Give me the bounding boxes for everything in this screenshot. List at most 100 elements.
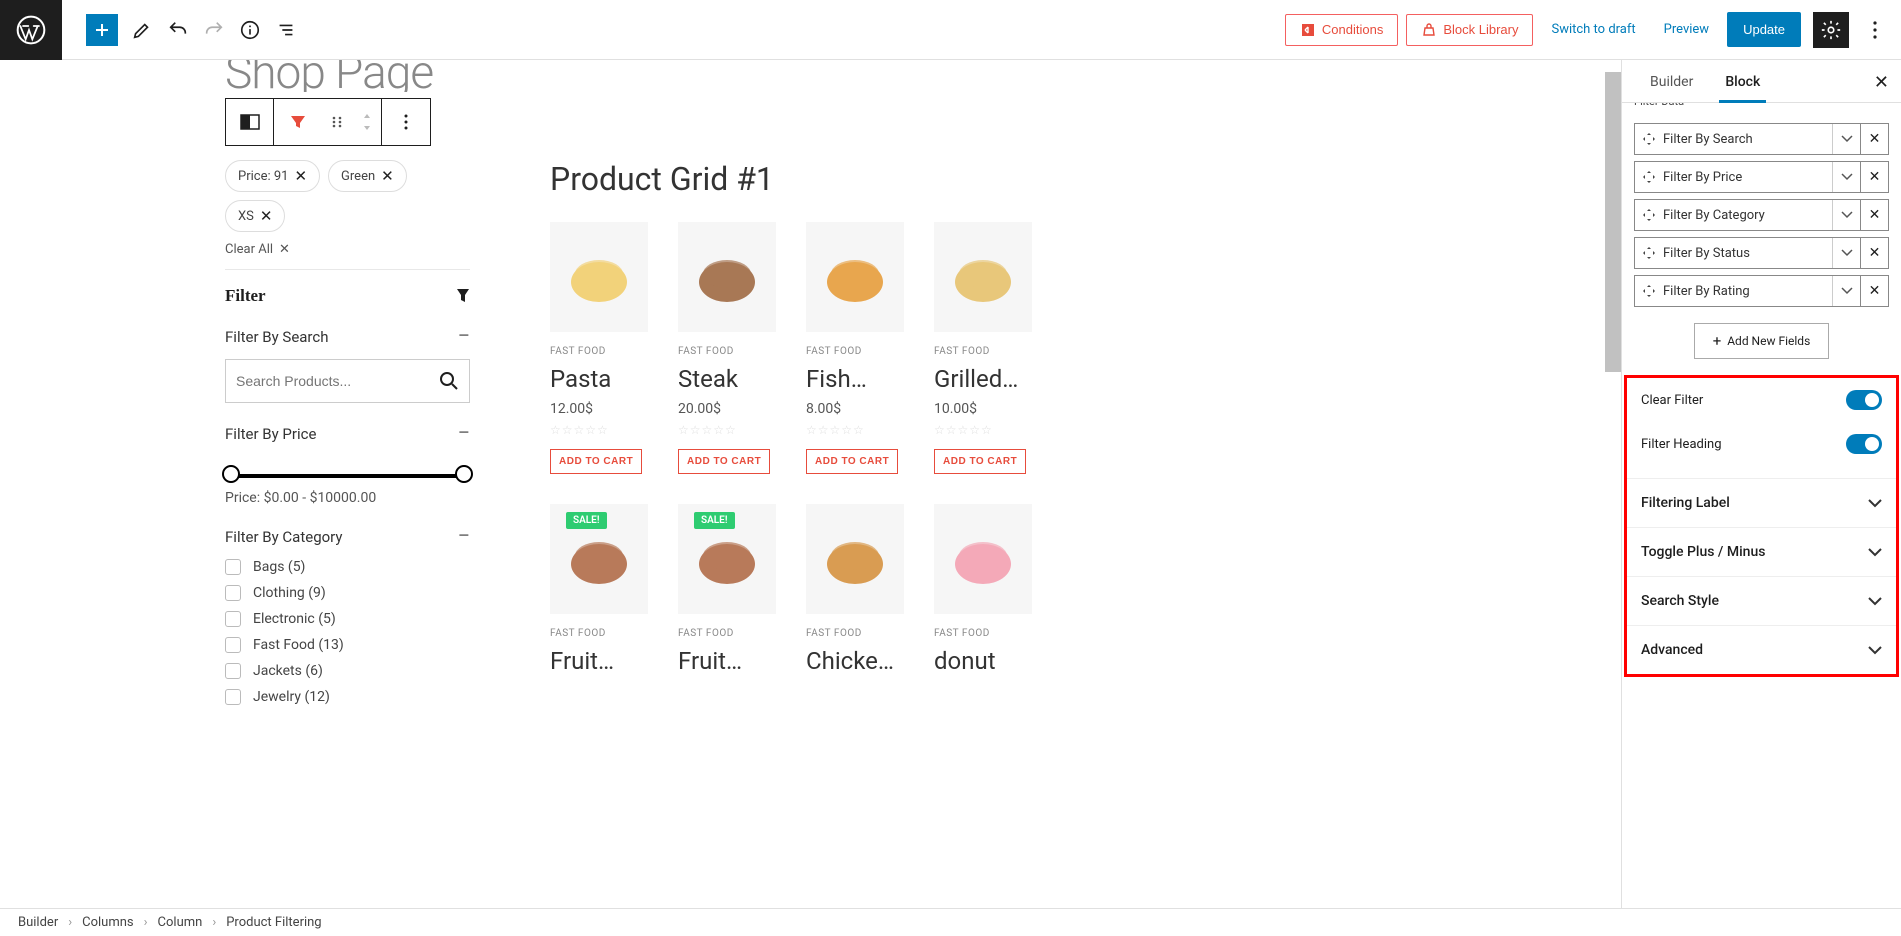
filter-chip[interactable]: Green✕ bbox=[328, 160, 407, 192]
conditions-label: Conditions bbox=[1322, 22, 1383, 37]
product-category: FAST FOOD bbox=[806, 346, 904, 357]
product-image bbox=[934, 504, 1032, 614]
add-block-button[interactable] bbox=[86, 14, 118, 46]
filter-by-price-header[interactable]: Filter By Price− bbox=[225, 421, 470, 446]
rating-stars: ☆☆☆☆☆ bbox=[678, 423, 776, 437]
preview-link[interactable]: Preview bbox=[1654, 14, 1719, 45]
checkbox[interactable] bbox=[225, 689, 241, 705]
product-card[interactable]: SALE! FAST FOOD Fruit… bbox=[550, 504, 648, 675]
tab-builder[interactable]: Builder bbox=[1634, 60, 1709, 102]
filter-field-item[interactable]: Filter By Rating ✕ bbox=[1634, 275, 1889, 307]
more-menu-icon[interactable] bbox=[1857, 12, 1893, 48]
checkbox[interactable] bbox=[225, 559, 241, 575]
columns-icon[interactable] bbox=[226, 99, 274, 145]
add-to-cart-button[interactable]: ADD TO CART bbox=[550, 449, 642, 474]
category-row[interactable]: Jackets (6) bbox=[225, 663, 470, 679]
edit-icon[interactable] bbox=[124, 12, 160, 48]
info-icon[interactable] bbox=[232, 12, 268, 48]
price-slider[interactable] bbox=[231, 474, 464, 478]
filter-icon[interactable] bbox=[274, 99, 322, 145]
block-toolbar bbox=[225, 98, 431, 146]
move-updown-icon[interactable] bbox=[352, 99, 382, 145]
add-to-cart-button[interactable]: ADD TO CART bbox=[806, 449, 898, 474]
category-row[interactable]: Fast Food (13) bbox=[225, 637, 470, 653]
drag-handle-icon[interactable] bbox=[322, 99, 352, 145]
checkbox[interactable] bbox=[225, 663, 241, 679]
filter-field-item[interactable]: Filter By Search ✕ bbox=[1634, 123, 1889, 155]
checkbox[interactable] bbox=[225, 637, 241, 653]
filter-chip[interactable]: Price: 91✕ bbox=[225, 160, 320, 192]
drag-icon[interactable] bbox=[1635, 247, 1663, 259]
close-sidebar-icon[interactable]: ✕ bbox=[1874, 72, 1889, 93]
category-row[interactable]: Electronic (5) bbox=[225, 611, 470, 627]
chevron-down-icon[interactable] bbox=[1832, 276, 1860, 306]
field-label: Filter By Price bbox=[1663, 170, 1832, 185]
category-row[interactable]: Clothing (9) bbox=[225, 585, 470, 601]
toggle-switch[interactable] bbox=[1846, 390, 1882, 410]
product-card[interactable]: FAST FOOD Grilled… 10.00$ ☆☆☆☆☆ ADD TO C… bbox=[934, 222, 1032, 474]
clear-all[interactable]: Clear All✕ bbox=[225, 242, 470, 257]
field-label: Filter By Search bbox=[1663, 132, 1832, 147]
add-to-cart-button[interactable]: ADD TO CART bbox=[678, 449, 770, 474]
product-card[interactable]: FAST FOOD donut bbox=[934, 504, 1032, 675]
tab-block[interactable]: Block bbox=[1709, 60, 1776, 102]
remove-field-icon[interactable]: ✕ bbox=[1860, 200, 1888, 230]
block-library-button[interactable]: Block Library bbox=[1406, 14, 1533, 46]
drag-icon[interactable] bbox=[1635, 209, 1663, 221]
slider-min-handle[interactable] bbox=[222, 465, 240, 483]
redo-icon[interactable] bbox=[196, 12, 232, 48]
filter-field-item[interactable]: Filter By Price ✕ bbox=[1634, 161, 1889, 193]
conditions-button[interactable]: Conditions bbox=[1285, 14, 1398, 46]
product-card[interactable]: SALE! FAST FOOD Fruit… bbox=[678, 504, 776, 675]
category-row[interactable]: Jewelry (12) bbox=[225, 689, 470, 705]
wordpress-logo[interactable] bbox=[0, 0, 62, 60]
field-list: Filter By Search ✕ Filter By Price ✕ Fil… bbox=[1622, 123, 1901, 307]
accordion-item[interactable]: Search Style bbox=[1627, 576, 1896, 625]
list-view-icon[interactable] bbox=[268, 12, 304, 48]
accordion-item[interactable]: Advanced bbox=[1627, 625, 1896, 674]
undo-icon[interactable] bbox=[160, 12, 196, 48]
breadcrumb-item[interactable]: Builder bbox=[18, 915, 58, 930]
drag-icon[interactable] bbox=[1635, 285, 1663, 297]
drag-icon[interactable] bbox=[1635, 133, 1663, 145]
toggle-switch[interactable] bbox=[1846, 434, 1882, 454]
checkbox[interactable] bbox=[225, 585, 241, 601]
category-row[interactable]: Bags (5) bbox=[225, 559, 470, 575]
product-card[interactable]: FAST FOOD Steak 20.00$ ☆☆☆☆☆ ADD TO CART bbox=[678, 222, 776, 474]
filter-by-category-header[interactable]: Filter By Category− bbox=[225, 524, 470, 549]
chevron-down-icon[interactable] bbox=[1832, 124, 1860, 154]
product-card[interactable]: FAST FOOD Pasta 12.00$ ☆☆☆☆☆ ADD TO CART bbox=[550, 222, 648, 474]
breadcrumb-item[interactable]: Product Filtering bbox=[226, 915, 321, 930]
update-button[interactable]: Update bbox=[1727, 12, 1801, 47]
checkbox[interactable] bbox=[225, 611, 241, 627]
product-card[interactable]: FAST FOOD Fish… 8.00$ ☆☆☆☆☆ ADD TO CART bbox=[806, 222, 904, 474]
scrollbar[interactable] bbox=[1605, 60, 1621, 400]
switch-draft-link[interactable]: Switch to draft bbox=[1541, 14, 1645, 45]
search-box[interactable] bbox=[225, 359, 470, 403]
product-card[interactable]: FAST FOOD Chicke… bbox=[806, 504, 904, 675]
remove-field-icon[interactable]: ✕ bbox=[1860, 162, 1888, 192]
add-to-cart-button[interactable]: ADD TO CART bbox=[934, 449, 1026, 474]
remove-field-icon[interactable]: ✕ bbox=[1860, 238, 1888, 268]
add-new-fields-button[interactable]: +Add New Fields bbox=[1694, 323, 1830, 359]
filter-field-item[interactable]: Filter By Category ✕ bbox=[1634, 199, 1889, 231]
slider-max-handle[interactable] bbox=[455, 465, 473, 483]
settings-button[interactable] bbox=[1813, 12, 1849, 48]
product-image bbox=[934, 222, 1032, 332]
remove-field-icon[interactable]: ✕ bbox=[1860, 276, 1888, 306]
breadcrumb-item[interactable]: Columns bbox=[82, 915, 134, 930]
filter-by-search-header[interactable]: Filter By Search− bbox=[225, 324, 470, 349]
more-block-icon[interactable] bbox=[382, 99, 430, 145]
chevron-down-icon[interactable] bbox=[1832, 238, 1860, 268]
chevron-down-icon[interactable] bbox=[1832, 162, 1860, 192]
remove-field-icon[interactable]: ✕ bbox=[1860, 124, 1888, 154]
search-input[interactable] bbox=[236, 373, 439, 389]
accordion-item[interactable]: Filtering Label bbox=[1627, 478, 1896, 527]
chevron-down-icon[interactable] bbox=[1832, 200, 1860, 230]
accordion-item[interactable]: Toggle Plus / Minus bbox=[1627, 527, 1896, 576]
drag-icon[interactable] bbox=[1635, 171, 1663, 183]
breadcrumb-item[interactable]: Column bbox=[158, 915, 203, 930]
filter-field-item[interactable]: Filter By Status ✕ bbox=[1634, 237, 1889, 269]
filter-chip[interactable]: XS✕ bbox=[225, 200, 285, 232]
product-image: SALE! bbox=[550, 504, 648, 614]
